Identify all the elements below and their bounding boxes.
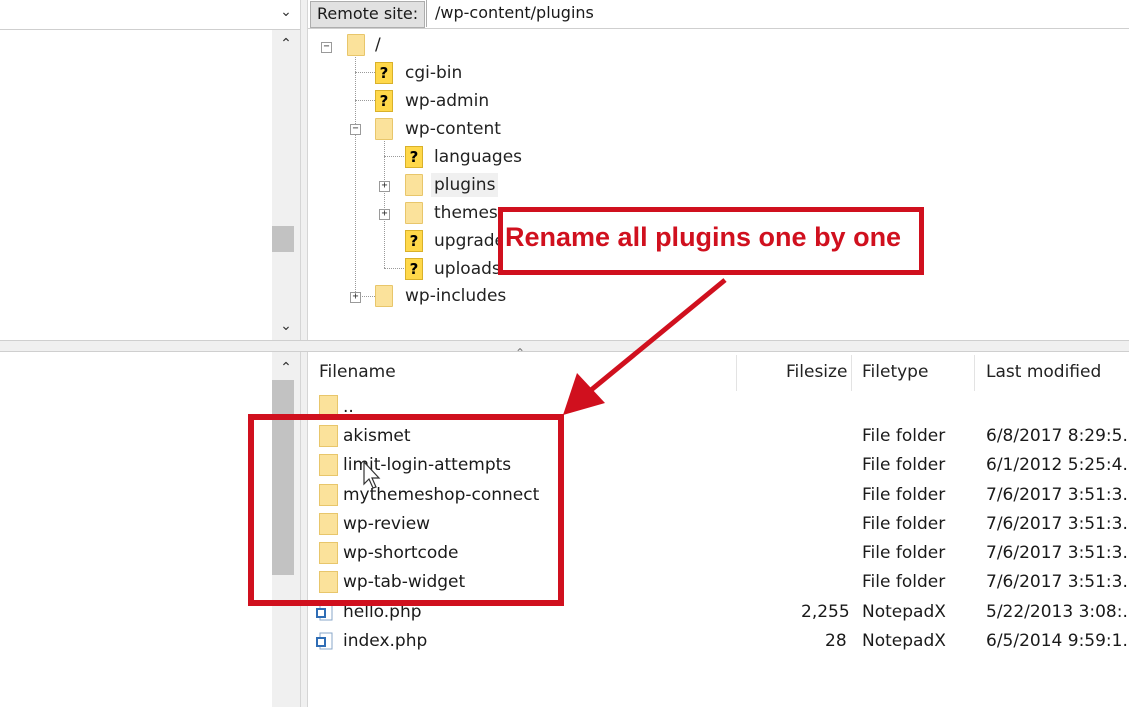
tree-item-languages[interactable]: languages xyxy=(434,145,522,169)
collapse-toggle[interactable]: − xyxy=(321,42,332,53)
tree-guide xyxy=(355,100,375,101)
annotation-arrow-icon xyxy=(563,278,727,415)
column-separator[interactable] xyxy=(851,355,852,391)
file-type: File folder xyxy=(862,455,946,475)
annotation-text: Rename all plugins one by one xyxy=(505,222,902,252)
tree-item-plugins[interactable]: plugins xyxy=(431,173,499,197)
tree-item-upgrade[interactable]: upgrade xyxy=(434,229,505,253)
remote-path-input[interactable]: /wp-content/plugins xyxy=(426,0,1129,27)
file-size: 2,255 xyxy=(801,602,850,622)
column-header-last-modified[interactable]: Last modified xyxy=(986,360,1101,384)
scrollbar-thumb[interactable] xyxy=(272,226,294,252)
file-modified: 7/6/2017 3:51:3... xyxy=(986,543,1129,563)
file-type: File folder xyxy=(862,485,946,505)
tree-item-wp-includes[interactable]: wp-includes xyxy=(405,284,506,308)
column-separator[interactable] xyxy=(974,355,975,391)
chevron-up-icon[interactable]: ⌃ xyxy=(272,36,300,52)
tree-item-cgi-bin[interactable]: cgi-bin xyxy=(405,61,462,85)
remote-site-label: Remote site: xyxy=(310,1,426,28)
folder-icon xyxy=(375,285,393,307)
file-type: NotepadX xyxy=(862,602,946,622)
column-header-filetype[interactable]: Filetype xyxy=(862,360,928,384)
expand-toggle[interactable]: + xyxy=(350,292,361,303)
file-modified: 7/6/2017 3:51:3... xyxy=(986,514,1129,534)
question-folder-icon: ? xyxy=(405,230,423,252)
folder-icon xyxy=(405,174,423,196)
question-folder-icon: ? xyxy=(405,146,423,168)
tree-guide xyxy=(355,72,375,73)
column-separator[interactable] xyxy=(736,355,737,391)
file-modified: 6/8/2017 8:29:5... xyxy=(986,426,1129,446)
file-type: File folder xyxy=(862,572,946,592)
file-type: File folder xyxy=(862,543,946,563)
question-folder-icon: ? xyxy=(375,62,393,84)
file-name: index.php xyxy=(343,631,428,651)
collapse-toggle[interactable]: − xyxy=(350,124,361,135)
local-path-dropdown-chevron[interactable]: ⌄ xyxy=(272,2,300,26)
file-size: 28 xyxy=(825,631,847,651)
php-file-icon xyxy=(316,632,333,650)
file-modified: 5/22/2013 3:08:... xyxy=(986,602,1129,622)
expand-toggle[interactable]: + xyxy=(379,209,390,220)
chevron-up-icon[interactable]: ⌃ xyxy=(272,360,300,376)
question-folder-icon: ? xyxy=(375,90,393,112)
file-modified: 7/6/2017 3:51:3... xyxy=(986,485,1129,505)
file-modified: 6/5/2014 9:59:1... xyxy=(986,631,1129,651)
folder-icon xyxy=(405,202,423,224)
folder-icon xyxy=(375,118,393,140)
chevron-down-icon[interactable]: ⌄ xyxy=(272,318,300,334)
file-type: File folder xyxy=(862,426,946,446)
tree-guide xyxy=(384,156,404,157)
local-tree-scrollbar[interactable]: ⌃ ⌄ xyxy=(272,30,300,340)
expand-toggle[interactable]: + xyxy=(379,181,390,192)
tree-item-root[interactable]: / xyxy=(375,33,381,57)
chevron-down-icon: ⌄ xyxy=(280,4,292,20)
column-header-filesize[interactable]: Filesize xyxy=(786,360,847,384)
list-item[interactable]: index.php 28 NotepadX 6/5/2014 9:59:1... xyxy=(309,627,1129,655)
annotation-highlight-box xyxy=(248,414,564,606)
tree-item-wp-admin[interactable]: wp-admin xyxy=(405,89,489,113)
file-modified: 6/1/2012 5:25:4... xyxy=(986,455,1129,475)
local-path-bar-line xyxy=(0,29,300,30)
file-type: File folder xyxy=(862,514,946,534)
tree-item-wp-content[interactable]: wp-content xyxy=(405,117,501,141)
file-modified: 7/6/2017 3:51:3... xyxy=(986,572,1129,592)
tree-item-themes[interactable]: themes xyxy=(434,201,498,225)
tree-guide xyxy=(384,268,404,269)
folder-icon xyxy=(347,34,365,56)
question-folder-icon: ? xyxy=(405,258,423,280)
column-header-filename[interactable]: Filename xyxy=(319,360,396,384)
file-type: NotepadX xyxy=(862,631,946,651)
tree-guide xyxy=(355,52,356,296)
sort-indicator-icon: ⌃ xyxy=(515,346,526,360)
tree-item-uploads[interactable]: uploads xyxy=(434,257,501,281)
